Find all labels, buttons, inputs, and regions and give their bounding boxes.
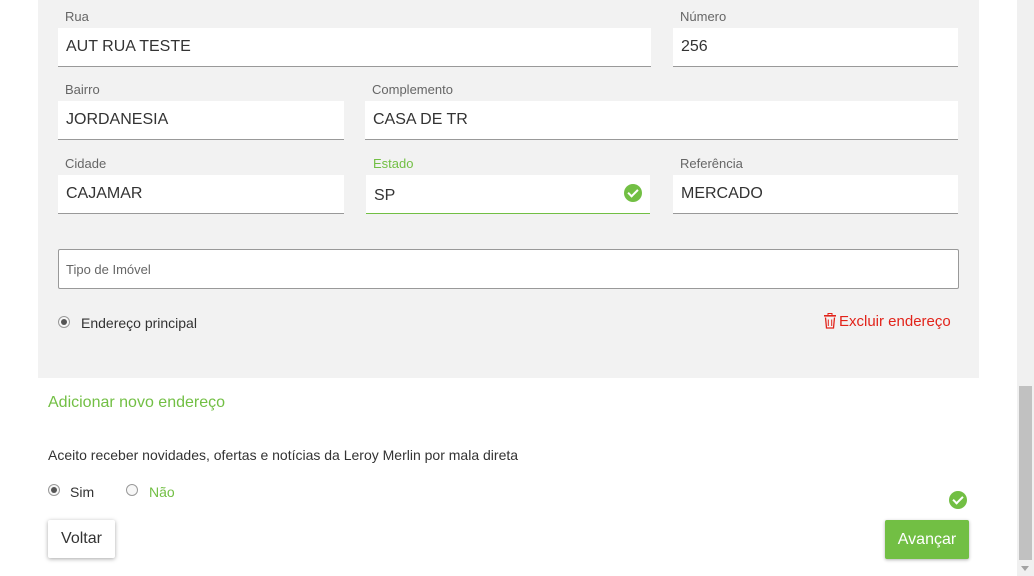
neighborhood-input-box [58, 101, 344, 140]
neighborhood-label: Bairro [65, 82, 100, 97]
property-type-input[interactable] [59, 250, 958, 288]
check-circle-icon [624, 184, 642, 202]
number-field: Número [673, 0, 958, 67]
delete-address-label: Excluir endereço [839, 312, 951, 330]
complement-input[interactable] [365, 101, 958, 139]
state-input[interactable] [366, 175, 650, 213]
city-label: Cidade [65, 156, 107, 171]
street-input[interactable] [58, 28, 651, 66]
newsletter-yes-label: Sim [70, 484, 95, 500]
property-type-field [58, 249, 959, 289]
reference-input-box [673, 175, 958, 214]
check-circle-icon [949, 491, 967, 509]
street-field: Rua [58, 0, 651, 67]
state-label: Estado [373, 156, 414, 171]
newsletter-no-radio[interactable] [126, 484, 138, 496]
newsletter-yes-radio[interactable] [48, 484, 60, 496]
complement-input-box [365, 101, 958, 140]
newsletter-no-label: Não [149, 484, 175, 500]
add-address-link[interactable]: Adicionar novo endereço [48, 394, 225, 412]
main-address-radio[interactable] [58, 316, 70, 328]
city-field: Cidade [58, 147, 344, 214]
city-input-box [58, 175, 344, 214]
street-input-box [58, 28, 651, 67]
delete-address-link[interactable]: Excluir endereço [823, 311, 951, 331]
reference-field: Referência [673, 147, 958, 214]
scrollbar-thumb[interactable] [1019, 386, 1032, 560]
neighborhood-field: Bairro [58, 73, 344, 140]
state-input-box [366, 175, 650, 214]
city-input[interactable] [58, 175, 344, 213]
back-button[interactable]: Voltar [48, 520, 115, 558]
number-input-box [673, 28, 958, 67]
main-address-label: Endereço principal [81, 315, 197, 331]
reference-label: Referência [680, 156, 743, 171]
complement-label: Complemento [372, 82, 453, 97]
street-label: Rua [65, 9, 89, 24]
number-label: Número [680, 9, 727, 24]
complement-field: Complemento [365, 73, 958, 140]
trash-icon [824, 313, 836, 329]
newsletter-question: Aceito receber novidades, ofertas e notí… [48, 447, 519, 463]
reference-input[interactable] [673, 175, 958, 213]
scroll-down-arrow-icon[interactable] [1021, 566, 1029, 571]
next-button[interactable]: Avançar [885, 520, 969, 559]
number-input[interactable] [673, 28, 958, 66]
state-field: Estado [366, 147, 650, 215]
neighborhood-input[interactable] [58, 101, 344, 139]
